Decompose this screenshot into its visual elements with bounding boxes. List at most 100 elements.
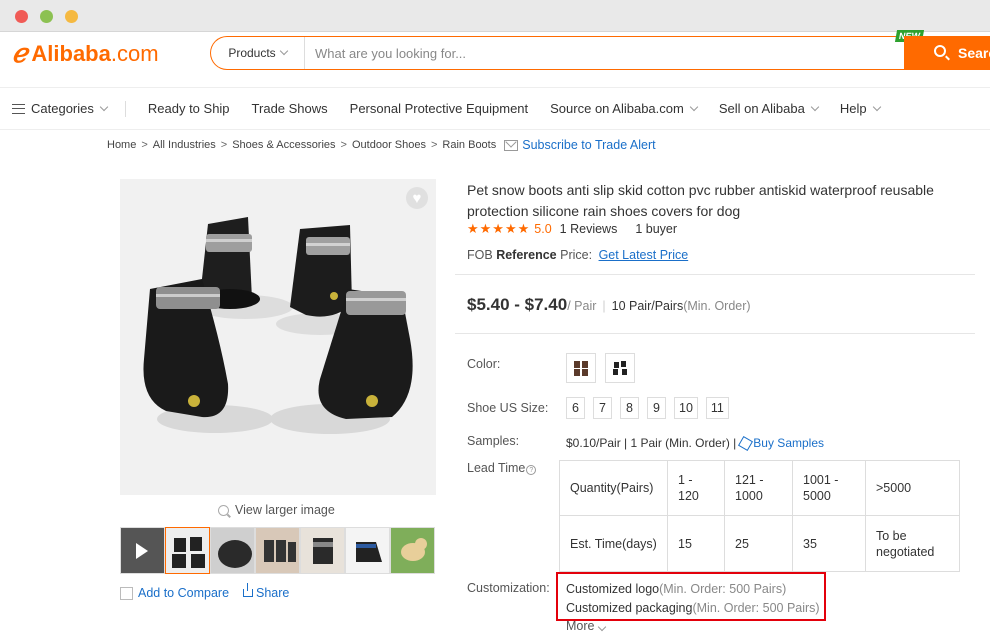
search-input[interactable] xyxy=(305,45,956,61)
fob-suffix: Price: xyxy=(560,248,593,262)
alibaba-logo[interactable]: ℯ Alibaba .com xyxy=(12,39,159,69)
size-option[interactable]: 9 xyxy=(647,397,666,419)
fob-reference: Reference xyxy=(496,248,557,262)
nav-label: Help xyxy=(839,101,867,116)
chevron-down-icon xyxy=(872,102,881,111)
size-option[interactable]: 11 xyxy=(705,397,729,419)
thumbnail-boot-hand xyxy=(313,538,333,564)
shoe-size-label: Shoe US Size: xyxy=(467,401,549,415)
help-icon[interactable]: ? xyxy=(526,465,537,475)
color-options xyxy=(566,353,644,383)
search-button[interactable]: Search xyxy=(904,36,990,70)
play-icon xyxy=(136,543,148,559)
nav-source[interactable]: Source on Alibaba.com xyxy=(550,101,699,116)
site-header: ℯ Alibaba.com Products NEW Search xyxy=(0,30,990,88)
chevron-down-icon xyxy=(810,102,820,111)
nav-sell[interactable]: Sell on Alibaba xyxy=(719,101,820,116)
color-label: Color: xyxy=(467,357,501,371)
dog-boots-image xyxy=(120,179,436,495)
product-rating: ★★★★★ 5.0 1 Reviews 1 buyer xyxy=(467,221,677,237)
subscribe-label: Subscribe to Trade Alert xyxy=(522,138,656,152)
subscribe-trade-alert-link[interactable]: Subscribe to Trade Alert xyxy=(500,138,656,152)
thumbnail-image[interactable] xyxy=(345,527,390,574)
thumbnail-single-boot xyxy=(356,542,382,562)
chevron-down-icon xyxy=(279,46,288,56)
nav-label: Trade Shows xyxy=(251,101,328,116)
nav-trade-shows[interactable]: Trade Shows xyxy=(252,101,328,116)
share-label: Share xyxy=(256,586,290,600)
min-order-qty: 10 Pair/Pairs xyxy=(611,299,684,313)
more-customization-link[interactable]: More xyxy=(566,619,607,633)
view-larger-label: View larger image xyxy=(235,503,335,517)
fob-price-row: FOB Reference Price: Get Latest Price xyxy=(467,248,688,262)
add-to-compare[interactable]: Add to Compare xyxy=(120,586,229,600)
breadcrumb-rain-boots[interactable]: Rain Boots xyxy=(442,139,496,151)
samples-row: $0.10/Pair | 1 Pair (Min. Order) | Buy S… xyxy=(566,435,824,451)
breadcrumb-separator: > xyxy=(430,139,438,151)
customization-label: Customization: xyxy=(467,581,550,595)
breadcrumb-home[interactable]: Home xyxy=(107,139,136,151)
divider xyxy=(455,274,975,275)
table-cell: 35 xyxy=(792,515,866,572)
samples-value: $0.10/Pair | 1 Pair (Min. Order) | xyxy=(566,436,737,450)
price-separator: | xyxy=(602,299,606,313)
size-option[interactable]: 8 xyxy=(620,397,639,419)
table-cell: 121 - 1000 xyxy=(724,460,793,516)
size-options: 6 7 8 9 10 11 xyxy=(566,397,737,419)
search-category-select[interactable]: Products xyxy=(211,37,305,69)
size-option[interactable]: 6 xyxy=(566,397,585,419)
price-unit: / Pair xyxy=(567,299,597,313)
get-latest-price-link[interactable]: Get Latest Price xyxy=(599,248,689,262)
favorite-heart-icon[interactable]: ♥ xyxy=(406,187,428,209)
table-cell: Quantity(Pairs) xyxy=(559,460,668,516)
color-option-black[interactable] xyxy=(605,353,635,383)
buy-samples-link[interactable]: Buy Samples xyxy=(753,436,824,450)
size-option[interactable]: 7 xyxy=(593,397,612,419)
reviews-link[interactable]: 1 Reviews xyxy=(560,222,618,236)
main-nav: Categories Ready to Ship Trade Shows Per… xyxy=(0,88,990,130)
breadcrumb-all-industries[interactable]: All Industries xyxy=(153,139,216,151)
thumbnail-image[interactable] xyxy=(165,527,210,574)
nav-ppe[interactable]: Personal Protective Equipment xyxy=(350,101,528,116)
breadcrumb-shoes[interactable]: Shoes & Accessories xyxy=(232,139,335,151)
price-range: $5.40 - $7.40 xyxy=(467,295,568,314)
share-link[interactable]: Share xyxy=(243,583,290,600)
thumbnail-image[interactable] xyxy=(300,527,345,574)
fob-prefix: FOB xyxy=(467,248,493,262)
thumbnail-video[interactable] xyxy=(120,527,165,574)
compare-checkbox[interactable] xyxy=(120,586,133,600)
breadcrumb-separator: > xyxy=(340,139,347,151)
color-swatch-black xyxy=(613,361,627,375)
table-cell: 15 xyxy=(667,515,725,572)
nav-help[interactable]: Help xyxy=(839,101,881,116)
thumbnail-strip xyxy=(120,527,436,574)
chevron-down-icon xyxy=(99,102,109,111)
logo-suffix: .com xyxy=(110,41,159,66)
chevron-down-icon xyxy=(689,102,699,111)
breadcrumb: Home > All Industries > Shoes & Accessorie… xyxy=(107,138,656,152)
thumbnail-image[interactable] xyxy=(255,527,300,574)
maximize-window-button[interactable] xyxy=(65,10,78,23)
product-main-image[interactable]: ♥ xyxy=(120,179,436,495)
nav-ready-to-ship[interactable]: Ready to Ship xyxy=(148,101,230,116)
color-option-brown[interactable] xyxy=(566,353,596,383)
thumbnail-boots-colors xyxy=(264,540,296,562)
thumbnail-image[interactable] xyxy=(210,527,255,574)
share-icon xyxy=(243,583,253,597)
nav-label: Personal Protective Equipment xyxy=(349,101,529,116)
close-window-button[interactable] xyxy=(15,10,28,23)
view-larger-image-link[interactable]: View larger image xyxy=(218,503,335,517)
window-titlebar xyxy=(0,0,990,32)
minimize-window-button[interactable] xyxy=(40,10,53,23)
size-option[interactable]: 10 xyxy=(674,397,698,419)
thumbnail-boot-closeup xyxy=(218,540,252,568)
breadcrumb-outdoor-shoes[interactable]: Outdoor Shoes xyxy=(352,139,426,151)
nav-categories[interactable]: Categories xyxy=(12,101,109,116)
search-icon xyxy=(934,45,946,57)
logo-text: Alibaba xyxy=(31,41,111,66)
more-label: More xyxy=(566,619,595,633)
price-row: $5.40 - $7.40 / Pair | 10 Pair/Pairs (Min… xyxy=(467,295,751,315)
breadcrumb-separator: > xyxy=(220,139,228,151)
thumbnail-image[interactable] xyxy=(390,527,435,574)
nav-divider xyxy=(124,100,126,117)
